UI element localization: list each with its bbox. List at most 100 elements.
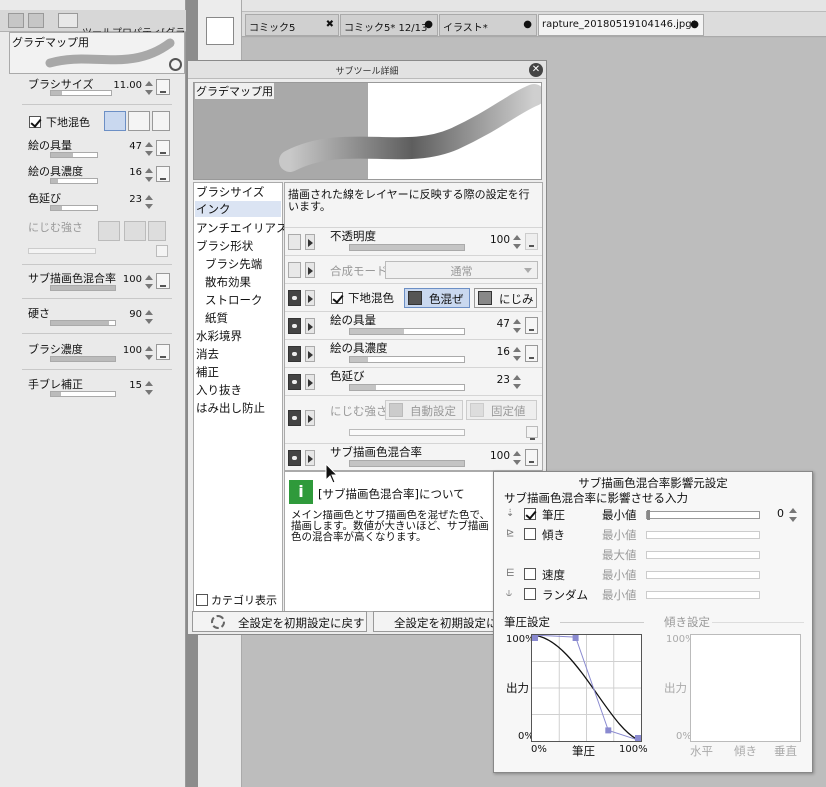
paint-density-value[interactable]: 16: [129, 167, 142, 178]
modified-dot-icon[interactable]: ●: [523, 19, 532, 30]
tilt-checkbox[interactable]: [524, 528, 536, 540]
category-item[interactable]: ブラシ先端: [205, 256, 262, 272]
modified-dot-icon[interactable]: ●: [424, 19, 433, 30]
tilt-min-slider[interactable]: [646, 531, 760, 539]
category-item[interactable]: 水彩境界: [196, 328, 242, 344]
pressure-settings-button[interactable]: [525, 345, 538, 362]
paint-density-slider[interactable]: [349, 356, 465, 363]
auto-setting-button[interactable]: [98, 221, 120, 241]
paint-amount-value[interactable]: 47: [129, 141, 142, 152]
brush-density-value[interactable]: 100: [123, 345, 142, 356]
eye-icon[interactable]: [288, 318, 301, 334]
random-checkbox[interactable]: [524, 588, 536, 600]
sub-color-mix-slider[interactable]: [50, 285, 116, 291]
spin-icon[interactable]: [512, 346, 522, 362]
curve-control-point[interactable]: [532, 635, 538, 641]
spin-icon[interactable]: [144, 309, 154, 325]
bleed-strength-slider[interactable]: [349, 429, 465, 436]
color-stretch-slider[interactable]: [349, 384, 465, 391]
bleed-mode-button[interactable]: [128, 111, 150, 131]
category-item[interactable]: ストローク: [205, 292, 263, 308]
auto-setting-button[interactable]: 自動設定: [385, 400, 463, 420]
paint-density-slider[interactable]: [50, 178, 98, 184]
pressure-settings-button[interactable]: [156, 273, 170, 289]
speed-checkbox[interactable]: [524, 568, 536, 580]
category-item[interactable]: アンチエイリアス: [196, 220, 288, 236]
category-display-toggle[interactable]: カテゴリ表示: [196, 592, 277, 608]
sub-color-mix-value[interactable]: 100: [123, 274, 142, 285]
fixed-value-button[interactable]: 固定値: [466, 400, 537, 420]
sub-color-mix-value[interactable]: 100: [490, 450, 510, 462]
expand-arrow-icon[interactable]: [305, 290, 315, 306]
color-mix-button[interactable]: 色混ぜ: [404, 288, 470, 308]
eye-icon[interactable]: [288, 374, 301, 390]
doc-tab[interactable]: コミック5 ✖: [245, 14, 339, 36]
spin-icon[interactable]: [788, 507, 798, 523]
image-icon[interactable]: [206, 17, 234, 45]
search-icon[interactable]: [169, 58, 182, 71]
spin-icon[interactable]: [144, 141, 154, 157]
pressure-curve[interactable]: [531, 634, 642, 742]
doc-tab[interactable]: イラスト* ●: [439, 14, 537, 36]
blend-mode-select[interactable]: 通常: [385, 261, 538, 279]
chevron-down-icon[interactable]: [152, 111, 170, 131]
eye-icon[interactable]: [288, 262, 301, 278]
sub-color-mix-slider[interactable]: [349, 460, 465, 467]
pressure-checkbox[interactable]: [524, 508, 536, 520]
category-item[interactable]: 補正: [196, 364, 219, 380]
close-icon[interactable]: ✕: [529, 63, 543, 77]
spin-icon[interactable]: [144, 194, 154, 210]
tool-property-tab-icon[interactable]: [58, 13, 78, 28]
category-item[interactable]: 入り抜き: [196, 382, 242, 398]
pressure-settings-button[interactable]: [156, 166, 170, 182]
spin-icon[interactable]: [512, 318, 522, 334]
expand-arrow-icon[interactable]: [305, 318, 315, 334]
expand-arrow-icon[interactable]: [305, 346, 315, 362]
panel-menu-icon[interactable]: [8, 13, 24, 28]
spin-icon[interactable]: [512, 374, 522, 390]
brush-size-value[interactable]: 11.00: [113, 80, 142, 91]
category-display-checkbox[interactable]: [196, 594, 208, 606]
underlay-checkbox[interactable]: [331, 292, 343, 304]
speed-min-slider[interactable]: [646, 571, 760, 579]
underlay-checkbox[interactable]: [29, 116, 41, 128]
dialog-title[interactable]: サブツール詳細: [188, 61, 546, 79]
opacity-slider[interactable]: [349, 244, 465, 251]
category-item[interactable]: 紙質: [205, 310, 228, 326]
paint-amount-value[interactable]: 47: [497, 318, 510, 330]
doc-tab-active[interactable]: rapture_20180519104146.jpg* ●: [538, 14, 704, 36]
category-item[interactable]: 消去: [196, 346, 219, 362]
pressure-settings-button[interactable]: [156, 140, 170, 156]
category-item[interactable]: ブラシサイズ: [196, 184, 264, 200]
brush-size-slider[interactable]: [50, 90, 112, 96]
spin-icon[interactable]: [144, 274, 154, 290]
stabilization-slider[interactable]: [50, 391, 116, 397]
hardness-value[interactable]: 90: [129, 309, 142, 320]
opacity-value[interactable]: 100: [490, 234, 510, 246]
expand-arrow-icon[interactable]: [305, 234, 315, 250]
spin-icon[interactable]: [512, 234, 522, 250]
reset-all-button[interactable]: 全設定を初期設定に戻す: [192, 611, 367, 632]
modified-dot-icon[interactable]: ●: [690, 19, 699, 30]
bleed-settings-button[interactable]: [156, 245, 168, 257]
eye-icon[interactable]: [288, 346, 301, 362]
paint-density-value[interactable]: 16: [497, 346, 510, 358]
expand-arrow-icon[interactable]: [305, 410, 315, 426]
paint-amount-slider[interactable]: [349, 328, 465, 335]
spin-icon[interactable]: [144, 167, 154, 183]
spin-icon[interactable]: [512, 450, 522, 466]
brush-density-slider[interactable]: [50, 356, 116, 362]
hardness-slider[interactable]: [50, 320, 116, 326]
layer-tab-icon[interactable]: [28, 13, 44, 28]
expand-arrow-icon[interactable]: [305, 374, 315, 390]
color-stretch-value[interactable]: 23: [129, 194, 142, 205]
eye-icon[interactable]: [288, 450, 301, 466]
category-item-selected[interactable]: インク: [195, 201, 281, 217]
curve-control-point[interactable]: [635, 735, 641, 741]
spin-icon[interactable]: [144, 345, 154, 361]
bleed-settings-button[interactable]: [526, 426, 538, 440]
pressure-settings-button[interactable]: [525, 449, 538, 466]
category-item[interactable]: はみ出し防止: [196, 400, 265, 416]
random-min-slider[interactable]: [646, 591, 760, 599]
eye-icon[interactable]: [288, 290, 301, 306]
